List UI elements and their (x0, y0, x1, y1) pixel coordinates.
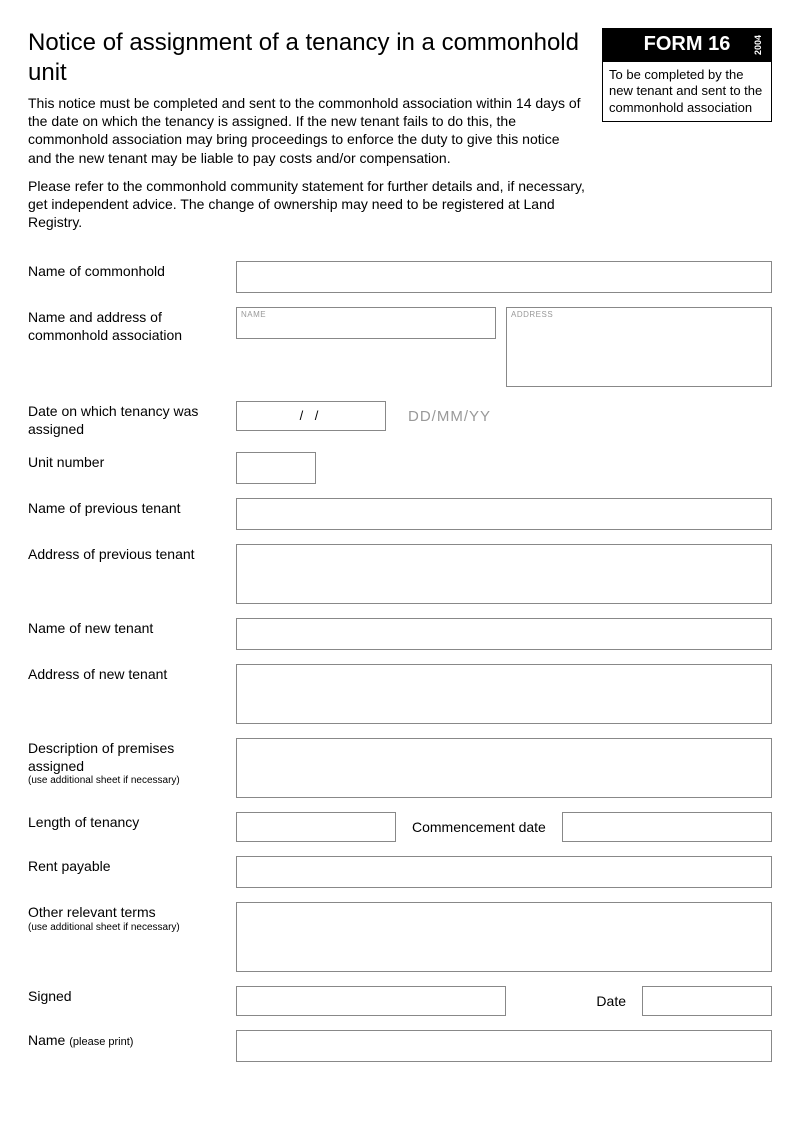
input-signed[interactable] (236, 986, 506, 1016)
label-new-tenant-name: Name of new tenant (28, 618, 228, 638)
row-premises: Description of premises assigned (use ad… (28, 738, 772, 798)
form-badge-column: FORM 16 2004 To be completed by the new … (602, 28, 772, 122)
input-commencement[interactable] (562, 812, 772, 842)
date-format-hint: DD/MM/YY (408, 408, 491, 425)
label-other-terms-hint: (use additional sheet if necessary) (28, 922, 228, 933)
label-name-print: Name (please print) (28, 1030, 228, 1050)
row-length-commencement: Length of tenancy Commencement date (28, 812, 772, 842)
label-name-print-hint: (please print) (69, 1036, 133, 1048)
label-association: Name and address of commonhold associati… (28, 307, 228, 344)
label-length: Length of tenancy (28, 812, 228, 832)
label-name-print-text: Name (28, 1032, 69, 1048)
label-signed: Signed (28, 986, 228, 1006)
form-area: Name of commonhold Name and address of c… (28, 261, 772, 1062)
form-year: 2004 (753, 34, 763, 54)
input-unit-number[interactable] (236, 452, 316, 484)
intro-para-1: This notice must be completed and sent t… (28, 94, 586, 167)
label-other-terms-text: Other relevant terms (28, 904, 156, 920)
input-new-tenant-addr[interactable] (236, 664, 772, 724)
input-other-terms[interactable] (236, 902, 772, 972)
row-commonhold-name: Name of commonhold (28, 261, 772, 293)
label-prev-tenant-addr: Address of previous tenant (28, 544, 228, 564)
input-date[interactable] (642, 986, 772, 1016)
row-unit-number: Unit number (28, 452, 772, 484)
row-other-terms: Other relevant terms (use additional she… (28, 902, 772, 972)
label-premises: Description of premises assigned (use ad… (28, 738, 228, 786)
input-association-address[interactable]: ADDRESS (506, 307, 772, 387)
inner-label-address: ADDRESS (511, 310, 553, 319)
input-premises[interactable] (236, 738, 772, 798)
row-new-tenant-name: Name of new tenant (28, 618, 772, 650)
row-association: Name and address of commonhold associati… (28, 307, 772, 387)
input-date-assigned[interactable]: / / (236, 401, 386, 431)
row-signed: Signed Date (28, 986, 772, 1016)
row-new-tenant-addr: Address of new tenant (28, 664, 772, 724)
row-date-assigned: Date on which tenancy was assigned / / D… (28, 401, 772, 438)
input-length[interactable] (236, 812, 396, 842)
header-row: Notice of assignment of a tenancy in a c… (28, 28, 772, 241)
form-number: FORM 16 (644, 33, 731, 55)
form-badge: FORM 16 2004 (602, 28, 772, 61)
row-rent: Rent payable (28, 856, 772, 888)
inner-label-name: NAME (241, 310, 266, 319)
label-date-assigned: Date on which tenancy was assigned (28, 401, 228, 438)
label-premises-text: Description of premises assigned (28, 740, 174, 774)
row-name-print: Name (please print) (28, 1030, 772, 1062)
input-prev-tenant-addr[interactable] (236, 544, 772, 604)
input-new-tenant-name[interactable] (236, 618, 772, 650)
label-new-tenant-addr: Address of new tenant (28, 664, 228, 684)
row-prev-tenant-addr: Address of previous tenant (28, 544, 772, 604)
form-instruction: To be completed by the new tenant and se… (602, 61, 772, 122)
row-prev-tenant-name: Name of previous tenant (28, 498, 772, 530)
input-prev-tenant-name[interactable] (236, 498, 772, 530)
label-rent: Rent payable (28, 856, 228, 876)
label-premises-hint: (use additional sheet if necessary) (28, 775, 228, 786)
label-unit-number: Unit number (28, 452, 228, 472)
input-rent[interactable] (236, 856, 772, 888)
input-association-name[interactable]: NAME (236, 307, 496, 339)
label-other-terms: Other relevant terms (use additional she… (28, 902, 228, 933)
intro-para-2: Please refer to the commonhold community… (28, 177, 586, 232)
input-name-print[interactable] (236, 1030, 772, 1062)
label-commonhold-name: Name of commonhold (28, 261, 228, 281)
label-prev-tenant-name: Name of previous tenant (28, 498, 228, 518)
title-block: Notice of assignment of a tenancy in a c… (28, 28, 586, 241)
label-commencement: Commencement date (406, 819, 552, 835)
input-commonhold-name[interactable] (236, 261, 772, 293)
page-title: Notice of assignment of a tenancy in a c… (28, 28, 586, 88)
label-date: Date (590, 993, 632, 1009)
